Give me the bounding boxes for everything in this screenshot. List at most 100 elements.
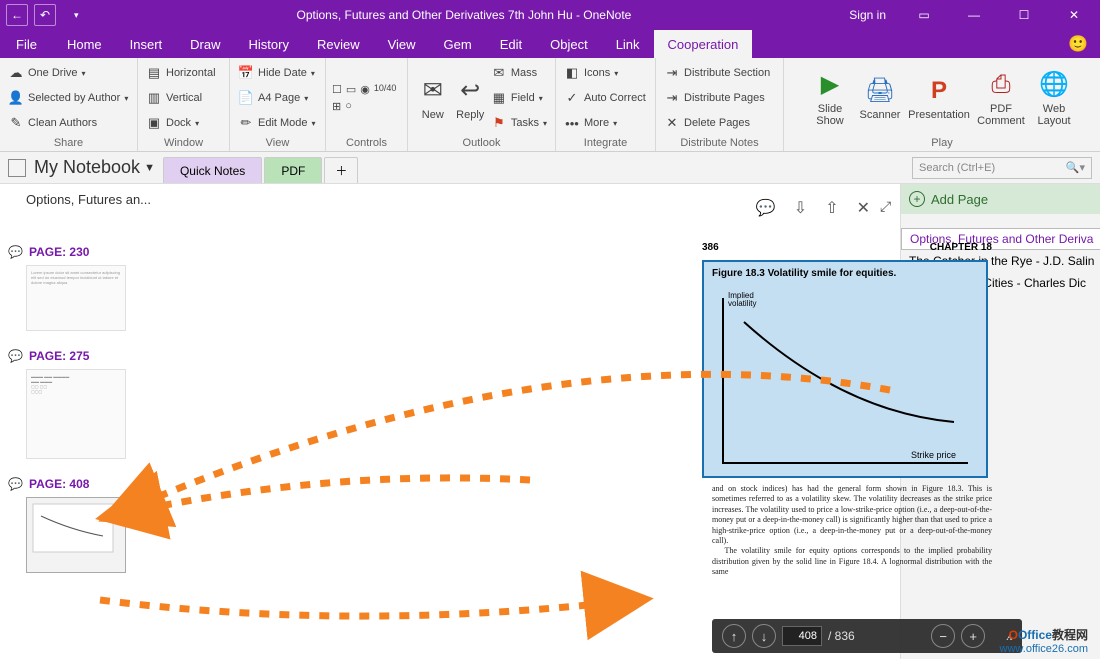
cloud-icon: ☁: [8, 65, 24, 81]
control-icon[interactable]: ▭: [346, 83, 356, 96]
tab-insert[interactable]: Insert: [116, 30, 177, 58]
tab-gem[interactable]: Gem: [430, 30, 486, 58]
page-link-275[interactable]: 💬PAGE: 275: [8, 349, 164, 363]
dock-icon: ▣: [146, 115, 162, 131]
scanner-button[interactable]: 🖨Scanner: [855, 61, 905, 135]
group-distribute-label: Distribute Notes: [660, 135, 779, 151]
figure-18-3: Figure 18.3 Volatility smile for equitie…: [702, 260, 988, 478]
dock-button[interactable]: ▣Dock▾: [142, 112, 220, 134]
ribbon: ☁One Drive▾ 👤Selected by Author▾ ✎Clean …: [0, 58, 1100, 152]
maximize-icon[interactable]: ☐: [1002, 0, 1046, 30]
pdf-comment-button[interactable]: ⎙PDF Comment: [973, 61, 1029, 135]
import-icon[interactable]: ⇩: [794, 198, 807, 218]
distribute-pages-button[interactable]: ⇥Distribute Pages: [660, 87, 774, 109]
delete-pages-button[interactable]: ✕Delete Pages: [660, 112, 774, 134]
edit-icon: ✏: [238, 115, 254, 131]
tab-draw[interactable]: Draw: [176, 30, 234, 58]
document-area[interactable]: 💬 ⇩ ⇧ ✕ ⤢ 386CHAPTER 18 Figure 18.3 Vola…: [172, 184, 900, 659]
page-link-230[interactable]: 💬PAGE: 230: [8, 245, 164, 259]
page-thumb-408[interactable]: [26, 497, 126, 573]
clean-authors-button[interactable]: ✎Clean Authors: [4, 112, 132, 134]
web-layout-button[interactable]: 🌐Web Layout: [1029, 61, 1079, 135]
more-icon: •••: [564, 115, 580, 131]
notebook-icon[interactable]: [8, 159, 26, 177]
selected-by-author-button[interactable]: 👤Selected by Author▾: [4, 87, 132, 109]
search-input[interactable]: Search (Ctrl+E)🔍▾: [912, 157, 1092, 179]
edit-mode-button[interactable]: ✏Edit Mode▾: [234, 112, 320, 134]
titlebar: ← ↶ ▾ Options, Futures and Other Derivat…: [0, 0, 1100, 30]
vertical-button[interactable]: ▥Vertical: [142, 87, 220, 109]
autocorrect-button[interactable]: ✓Auto Correct: [560, 87, 650, 109]
tab-review[interactable]: Review: [303, 30, 374, 58]
one-drive-button[interactable]: ☁One Drive▾: [4, 62, 132, 84]
horizontal-button[interactable]: ▤Horizontal: [142, 62, 220, 84]
mass-icon: ✉: [491, 65, 507, 81]
autocorrect-icon: ✓: [564, 90, 580, 106]
comment-icon: 💬: [8, 477, 23, 491]
control-icon[interactable]: ⊞: [332, 100, 341, 113]
page-link-408[interactable]: 💬PAGE: 408: [8, 477, 164, 491]
notebook-name[interactable]: My Notebook ▼: [34, 157, 155, 178]
tab-view[interactable]: View: [374, 30, 430, 58]
tab-object[interactable]: Object: [536, 30, 602, 58]
icons-button[interactable]: ◧Icons▾: [560, 62, 650, 84]
horizontal-icon: ▤: [146, 65, 162, 81]
add-page-button[interactable]: +Add Page: [901, 184, 1100, 214]
pdf-next-page-icon[interactable]: ↓: [752, 624, 776, 648]
comment-icon[interactable]: 💬: [756, 198, 776, 218]
reply-button[interactable]: ↩Reply: [454, 61, 487, 135]
pdf-icon: ⎙: [985, 69, 1017, 101]
sign-in-link[interactable]: Sign in: [849, 8, 886, 22]
notebook-bar: My Notebook ▼ Quick Notes PDF ＋ Search (…: [0, 152, 1100, 184]
section-tab-pdf[interactable]: PDF: [264, 157, 322, 183]
mass-button[interactable]: ✉Mass: [487, 62, 551, 84]
section-tab-quicknotes[interactable]: Quick Notes: [163, 157, 262, 183]
group-controls-label: Controls: [330, 135, 403, 151]
pdf-page-input[interactable]: [782, 626, 822, 646]
slideshow-button[interactable]: ▶Slide Show: [805, 61, 855, 135]
presentation-button[interactable]: PPresentation: [905, 61, 973, 135]
control-icon[interactable]: ○: [345, 100, 352, 113]
pdf-zoom-in-icon[interactable]: +: [961, 624, 985, 648]
search-icon: 🔍▾: [1066, 161, 1085, 174]
tab-edit[interactable]: Edit: [486, 30, 536, 58]
minimize-icon[interactable]: —: [952, 0, 996, 30]
volatility-curve: [724, 302, 974, 462]
page-thumb-275[interactable]: ▬▬▬ ▬▬ ▬▬▬▬▬▬ ▬▬▬▢▢ ▢▢▢▢▢: [26, 369, 126, 459]
tab-history[interactable]: History: [235, 30, 303, 58]
control-icon[interactable]: 10/40: [374, 83, 397, 96]
more-button[interactable]: •••More▾: [560, 112, 650, 134]
control-icon[interactable]: ◉: [360, 83, 370, 96]
tab-home[interactable]: Home: [53, 30, 116, 58]
icons-icon: ◧: [564, 65, 580, 81]
section-tab-add[interactable]: ＋: [324, 157, 358, 183]
pdf-zoom-out-icon[interactable]: −: [931, 624, 955, 648]
expand-icon[interactable]: ⤢: [880, 198, 902, 215]
feedback-smiley-icon[interactable]: 🙂: [1068, 30, 1088, 58]
comment-icon: 💬: [8, 245, 23, 259]
export-icon[interactable]: ⇧: [825, 198, 838, 218]
page-thumb-230[interactable]: Lorem ipsum dolor sit amet consectetur a…: [26, 265, 126, 331]
ribbon-display-icon[interactable]: ▭: [902, 0, 946, 30]
close-icon[interactable]: ✕: [1052, 0, 1096, 30]
distribute-section-button[interactable]: ⇥Distribute Section: [660, 62, 774, 84]
comment-icon: 💬: [8, 349, 23, 363]
undo-button[interactable]: ↶: [34, 4, 56, 26]
tab-file[interactable]: File: [0, 30, 53, 58]
a4-page-button[interactable]: 📄A4 Page▾: [234, 87, 320, 109]
field-icon: ▦: [491, 90, 507, 106]
new-mail-button[interactable]: ✉New: [412, 61, 454, 135]
field-button[interactable]: ▦Field▾: [487, 87, 551, 109]
reply-icon: ↩: [454, 75, 486, 107]
back-button[interactable]: ←: [6, 4, 28, 26]
close-doc-icon[interactable]: ✕: [857, 198, 870, 218]
tab-cooperation[interactable]: Cooperation: [654, 30, 753, 58]
tab-link[interactable]: Link: [602, 30, 654, 58]
window-title: Options, Futures and Other Derivatives 7…: [79, 8, 850, 22]
pdf-prev-page-icon[interactable]: ↑: [722, 624, 746, 648]
page-outline: Options, Futures an... 💬PAGE: 230 Lorem …: [0, 184, 172, 659]
control-icon[interactable]: ☐: [332, 83, 342, 96]
tasks-button[interactable]: ⚑Tasks▾: [487, 112, 551, 134]
hide-date-button[interactable]: 📅Hide Date▾: [234, 62, 320, 84]
flag-icon: ⚑: [491, 115, 507, 131]
